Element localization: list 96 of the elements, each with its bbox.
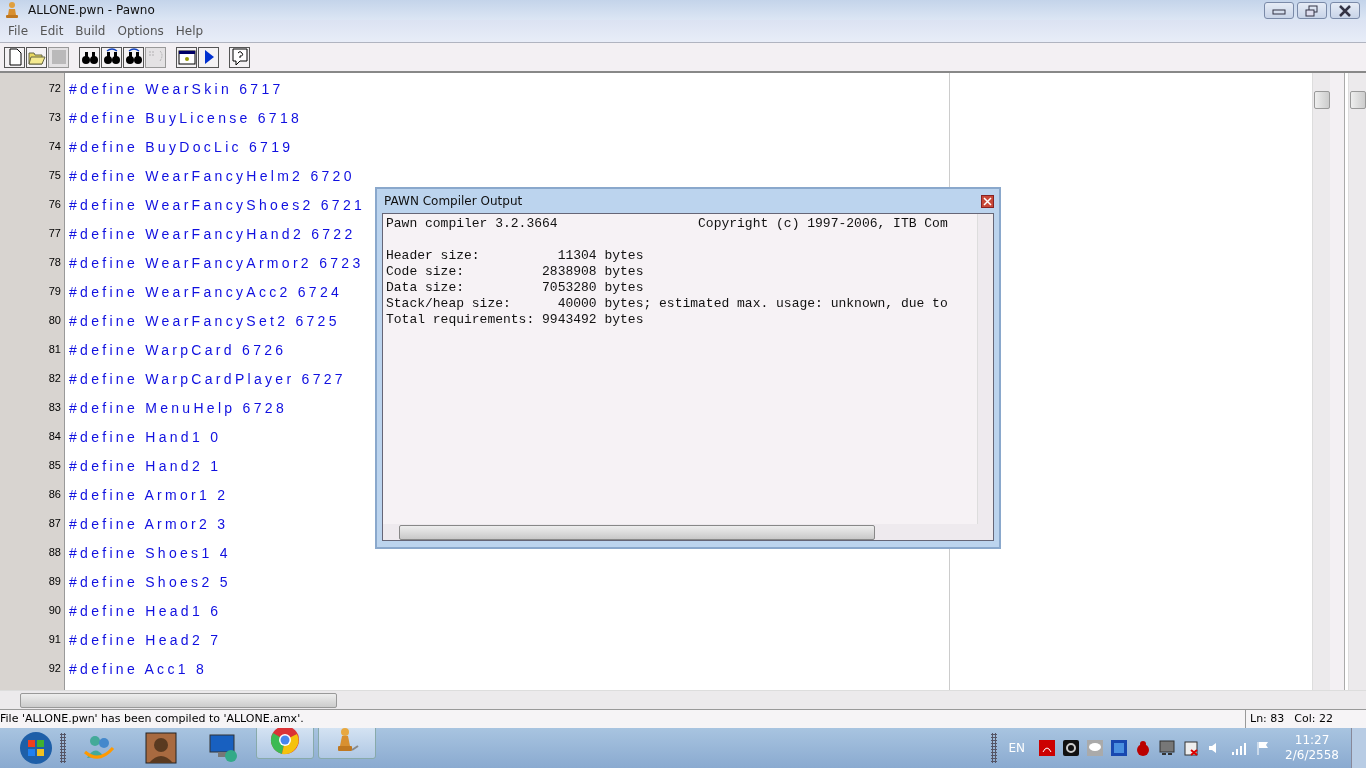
code-line: #define Armor2 3: [69, 516, 229, 532]
line-number: 77: [47, 226, 62, 241]
menu-item[interactable]: Build: [69, 24, 112, 38]
line-number: 72: [47, 81, 62, 96]
restore-button[interactable]: [1297, 2, 1327, 19]
floppy-icon: [49, 48, 68, 66]
code-line: #define Shoes1 4: [69, 545, 231, 561]
bluetooth-tray-icon[interactable]: [1111, 740, 1128, 756]
line-number: 73: [47, 110, 62, 125]
window-title: ALLONE.pwn - Pawno: [28, 3, 155, 17]
open-button[interactable]: [26, 46, 47, 68]
line-number: 90: [47, 603, 62, 618]
line-number: 74: [47, 139, 62, 154]
pawn-taskbar-button[interactable]: [318, 728, 376, 759]
find-next-button[interactable]: [101, 46, 122, 68]
menu-item[interactable]: File: [2, 24, 35, 38]
output-line: Data size: 7053280 bytes: [386, 280, 645, 296]
minimize-button[interactable]: [1264, 2, 1294, 19]
line-number: 88: [47, 545, 62, 560]
vertical-scrollbar[interactable]: [977, 214, 993, 524]
line-number: 80: [47, 313, 62, 328]
dialog-title: PAWN Compiler Output: [384, 194, 523, 208]
code-line: #define Head1 6: [69, 603, 222, 619]
status-message: File 'ALLONE.pwn' has been compiled to 'ALLONE.amx'.: [0, 711, 305, 727]
line-number: 84: [47, 429, 62, 444]
restore-icon: [1305, 4, 1319, 17]
horizontal-scrollbar[interactable]: [0, 690, 1366, 709]
column-indicator: Col: 22: [1294, 711, 1333, 727]
line-number: 91: [47, 632, 62, 647]
line-number: 78: [47, 255, 62, 270]
code-line: #define WearFancyAcc2 6724: [69, 284, 343, 300]
code-line: #define WarpCard 6726: [69, 342, 287, 358]
signal-icon[interactable]: [1231, 740, 1248, 756]
output-line: Code size: 2838908 bytes: [386, 264, 645, 280]
bag-tray-icon[interactable]: [1135, 740, 1152, 756]
horizontal-scrollbar[interactable]: [383, 524, 993, 540]
pawn-icon: [4, 1, 20, 19]
browser-taskbar-button[interactable]: [256, 728, 314, 759]
minimize-icon: [1272, 6, 1286, 15]
pdf-tray-icon[interactable]: [1039, 740, 1056, 756]
line-number: 75: [47, 168, 62, 183]
code-line: #define Head2 7: [69, 632, 222, 648]
vertical-scrollbar[interactable]: [1312, 73, 1330, 690]
line-number: 89: [47, 574, 62, 589]
code-line: #define WarpCardPlayer 6727: [69, 371, 346, 387]
output-line: Header size: 11304 bytes: [386, 248, 645, 264]
code-line: #define WearSkin 6717: [69, 81, 284, 97]
code-line: #define WearFancyHelm2 6720: [69, 168, 355, 184]
line-number: 85: [47, 458, 62, 473]
line-indicator: Ln: 83: [1250, 711, 1285, 727]
code-line: #define Hand2 1: [69, 458, 222, 474]
code-line: #define MenuHelp 6728: [69, 400, 287, 416]
line-number: 86: [47, 487, 62, 502]
chat-tray-icon[interactable]: [1087, 740, 1104, 756]
monitor-tray-icon[interactable]: [1159, 740, 1176, 756]
line-number: 81: [47, 342, 62, 357]
code-line: #define BuyLicense 6718: [69, 110, 303, 126]
output-line: Stack/heap size: 40000 bytes; estimated max. usage: unknown, due to: [386, 296, 949, 312]
output-line: Total requirements: 9943492 bytes: [386, 312, 645, 328]
power-plug-tray-icon[interactable]: [1183, 740, 1200, 756]
help-icon: [230, 48, 249, 66]
monitor-icon: [207, 732, 239, 764]
compile-button[interactable]: [176, 46, 197, 68]
code-line: #define Acc1 8: [69, 661, 208, 677]
code-line: #define WearFancyHand2 6722: [69, 226, 356, 242]
line-number: 92: [47, 661, 62, 676]
line-number: 76: [47, 197, 62, 212]
code-line: #define WearFancyShoes2 6721: [69, 197, 366, 213]
code-line: #define Armor1 2: [69, 487, 229, 503]
code-line: #define WearFancySet2 6725: [69, 313, 340, 329]
person-icon: [145, 732, 177, 764]
line-number: 87: [47, 516, 62, 531]
find-button[interactable]: [79, 46, 100, 68]
code-line: #define Hand1 0: [69, 429, 222, 445]
code-line: #define Shoes2 5: [69, 574, 231, 590]
run-button[interactable]: [198, 46, 219, 68]
line-number: 83: [47, 400, 62, 415]
line-number: 82: [47, 371, 62, 386]
new-button[interactable]: [4, 46, 25, 68]
menu-item[interactable]: Options: [111, 24, 170, 38]
menu-item[interactable]: Help: [169, 24, 210, 38]
output-line: Pawn compiler 3.2.3664 Copyright (c) 1997-2006, ITB Com: [386, 216, 949, 232]
help-button[interactable]: [229, 46, 250, 68]
webcam-tray-icon[interactable]: [1063, 740, 1080, 756]
menu-item[interactable]: Edit: [34, 24, 70, 38]
close-button[interactable]: [1330, 2, 1360, 19]
binoculars-icon: [102, 48, 121, 66]
show-desktop-button[interactable]: [1351, 728, 1366, 768]
line-number: 79: [47, 284, 62, 299]
binoculars-icon: [124, 48, 143, 66]
close-icon: [1338, 4, 1352, 17]
close-button[interactable]: [981, 194, 994, 208]
window-icon: [177, 48, 196, 66]
code-line: #define WearFancyArmor2 6723: [69, 255, 364, 271]
replace-button[interactable]: [123, 46, 144, 68]
code-line: #define BuyDocLic 6719: [69, 139, 294, 155]
